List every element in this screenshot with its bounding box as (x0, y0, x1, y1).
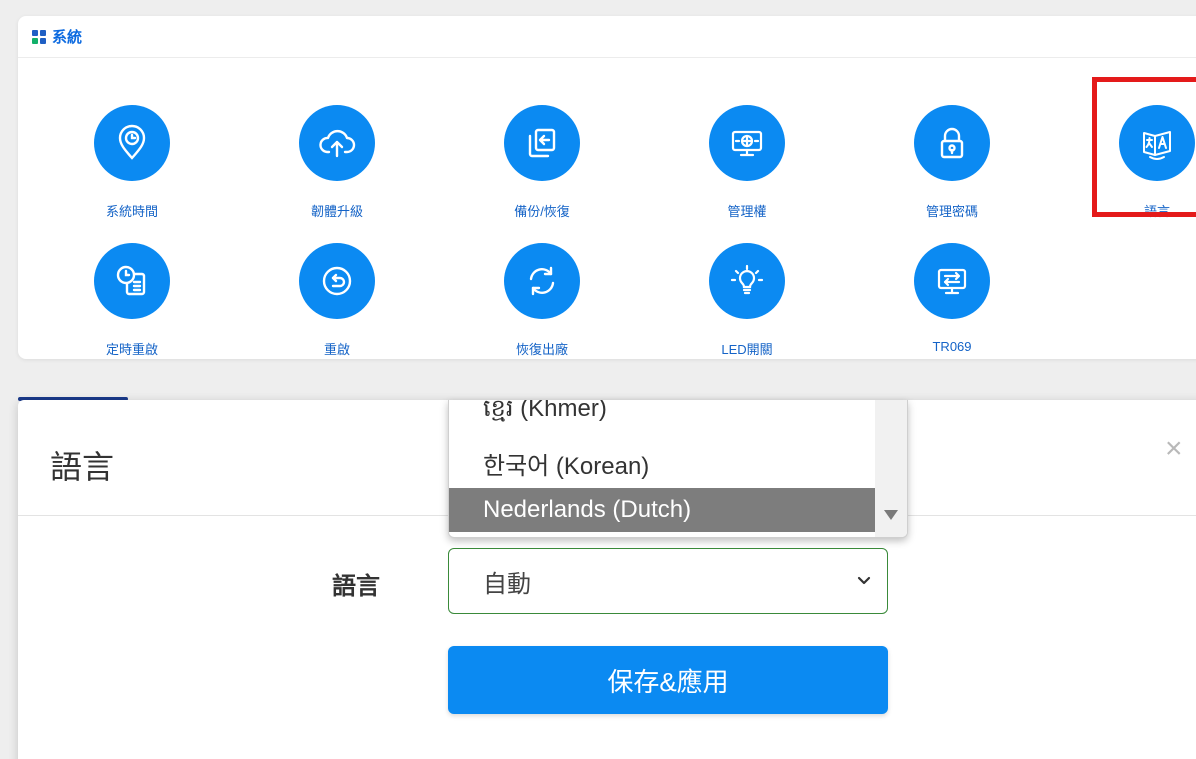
tile-label: TR069 (932, 339, 972, 354)
language-select[interactable]: 自動 (448, 548, 888, 614)
chevron-down-icon (857, 576, 871, 585)
monitor-globe-icon (709, 105, 785, 181)
language-dropdown-list: ខ្មែរ (Khmer) 한국어 (Korean) Nederlands (D… (448, 400, 908, 538)
grid-icon (32, 29, 46, 44)
modal-title: 語言 (50, 449, 115, 485)
backup-restore-icon (504, 105, 580, 181)
lightbulb-icon (709, 243, 785, 319)
language-option-khmer[interactable]: ខ្មែរ (Khmer) (449, 400, 877, 432)
tile-system-time[interactable]: 系統時間 (52, 105, 212, 219)
tile-label: 定時重啟 (105, 342, 158, 357)
tile-admin-password[interactable]: 管理密碼 (872, 105, 1032, 219)
factory-reset-icon (504, 243, 580, 319)
tile-firmware-upgrade[interactable]: 韌體升級 (257, 105, 417, 219)
scheduled-reboot-icon (94, 243, 170, 319)
tile-label: 管理密碼 (925, 204, 978, 219)
tile-backup-restore[interactable]: 備份/恢復 (462, 105, 622, 219)
panel-header: 系統 (18, 16, 1196, 58)
monitor-transfer-icon (914, 243, 990, 319)
tile-scheduled-reboot[interactable]: 定時重啟 (52, 243, 212, 357)
tile-label: 備份/恢復 (514, 204, 570, 219)
lock-icon (914, 105, 990, 181)
clock-pin-icon (94, 105, 170, 181)
language-field-label: 語言 (332, 573, 380, 600)
language-option-dutch[interactable]: Nederlands (Dutch) (449, 488, 877, 532)
save-apply-button[interactable]: 保存&應用 (448, 646, 888, 714)
tile-label: 恢復出廠 (515, 342, 568, 357)
tile-label: 重啟 (323, 342, 350, 357)
tile-led-switch[interactable]: LED開關 (667, 243, 827, 357)
tile-reboot[interactable]: 重啟 (257, 243, 417, 357)
tile-tr069[interactable]: TR069 (872, 243, 1032, 354)
close-icon[interactable]: × (1165, 432, 1183, 466)
tile-factory-reset[interactable]: 恢復出廠 (462, 243, 622, 357)
tile-label: 韌體升級 (310, 204, 363, 219)
language-select-value: 自動 (483, 570, 531, 598)
reboot-icon (299, 243, 375, 319)
tile-label: 管理權 (727, 204, 767, 219)
language-highlight-box (1092, 77, 1196, 217)
tile-management[interactable]: 管理權 (667, 105, 827, 219)
cloud-upload-icon (299, 105, 375, 181)
panel-title: 系統 (52, 29, 83, 46)
language-option-korean[interactable]: 한국어 (Korean) (449, 441, 877, 485)
tile-label: 系統時間 (105, 204, 158, 219)
tile-label: LED開關 (721, 342, 773, 357)
scroll-down-arrow-icon[interactable] (884, 510, 898, 520)
dropdown-scrollbar[interactable] (875, 400, 907, 537)
